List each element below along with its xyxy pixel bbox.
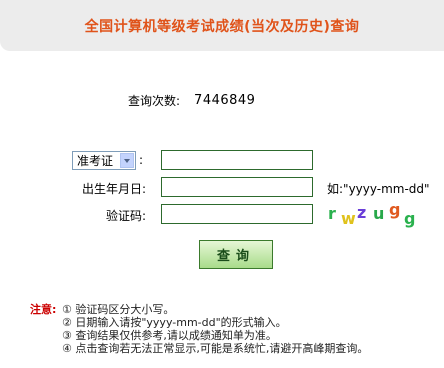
note-line: ② 日期输入请按"yyyy-mm-dd"的形式输入。 bbox=[62, 316, 287, 329]
note-line: ④ 点击查询若无法正常显示,可能是系统忙,请避开高峰期查询。 bbox=[62, 342, 369, 355]
notes-label: 注意: bbox=[30, 303, 57, 316]
query-button[interactable]: 查询 bbox=[199, 240, 273, 269]
id-type-select[interactable]: 准考证 bbox=[72, 151, 136, 170]
captcha-image[interactable]: r w z u g g bbox=[328, 200, 418, 230]
captcha-char: u bbox=[373, 204, 385, 223]
birth-row: 出生年月日: 如:"yyyy-mm-dd" bbox=[0, 177, 444, 199]
id-type-selected: 准考证 bbox=[77, 154, 114, 168]
query-count-label: 查询次数: bbox=[128, 94, 181, 108]
captcha-char: w bbox=[341, 209, 356, 228]
captcha-label: 验证码: bbox=[105, 209, 146, 223]
query-count: 查询次数: 7446849 bbox=[128, 92, 255, 109]
page-header: 全国计算机等级考试成绩(当次及历史)查询 bbox=[0, 0, 444, 51]
captcha-char: g bbox=[404, 209, 416, 228]
captcha-char: r bbox=[328, 204, 336, 223]
note-line: ① 验证码区分大小写。 bbox=[62, 303, 175, 316]
captcha-input[interactable] bbox=[161, 204, 313, 224]
captcha-row: 验证码: r w z u g g bbox=[0, 200, 444, 228]
birth-format-hint: 如:"yyyy-mm-dd" bbox=[327, 182, 430, 196]
id-row: 准考证 : bbox=[0, 150, 444, 172]
chevron-down-icon[interactable] bbox=[120, 153, 134, 168]
birth-label: 出生年月日: bbox=[81, 182, 146, 196]
note-line: ③ 查询结果仅供参考,请以成绩通知单为准。 bbox=[62, 329, 277, 342]
birth-date-input[interactable] bbox=[161, 177, 313, 197]
query-count-value: 7446849 bbox=[194, 93, 256, 108]
page-title: 全国计算机等级考试成绩(当次及历史)查询 bbox=[84, 18, 360, 35]
id-number-input[interactable] bbox=[161, 150, 313, 170]
id-type-colon: : bbox=[139, 153, 144, 167]
captcha-char: g bbox=[389, 200, 401, 219]
captcha-char: z bbox=[357, 203, 367, 222]
